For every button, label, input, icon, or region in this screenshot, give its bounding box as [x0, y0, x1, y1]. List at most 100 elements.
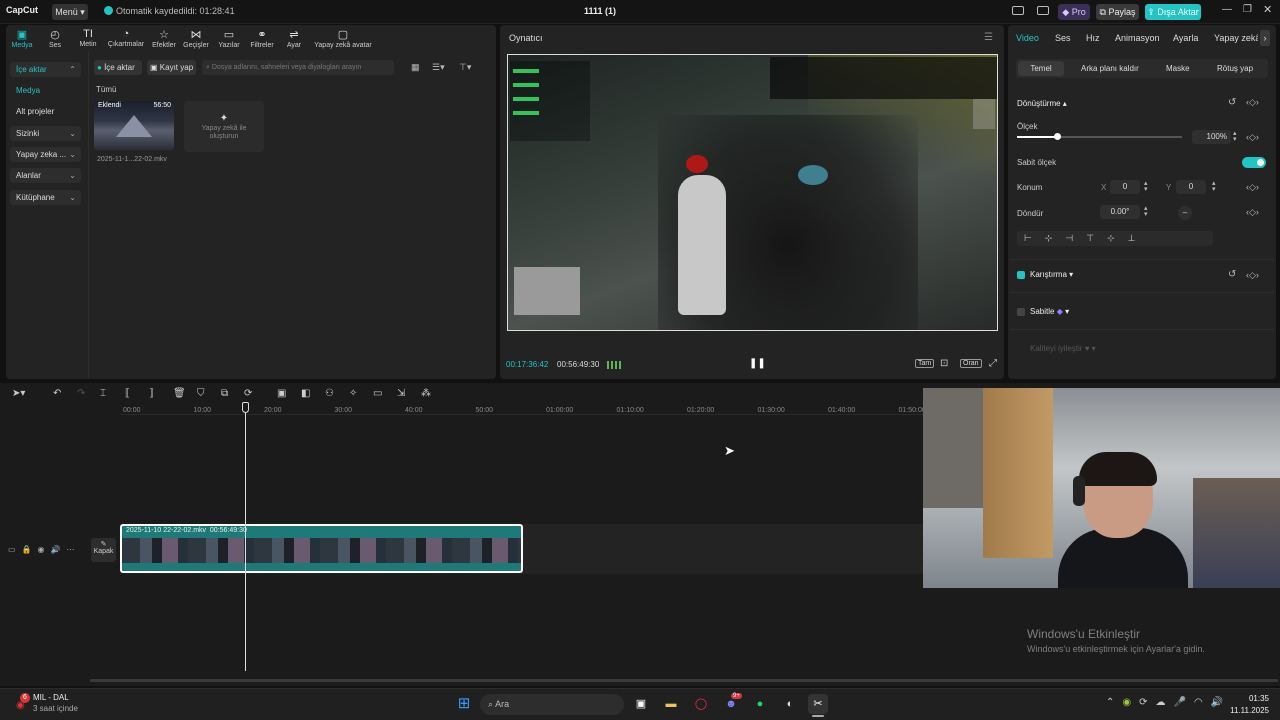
volume-icon[interactable]: 🔊: [51, 545, 67, 554]
tray-cloud-icon[interactable]: ☁: [1156, 697, 1174, 708]
speed-icon[interactable]: ⟳: [244, 388, 252, 399]
subtab-mask[interactable]: Maske: [1166, 64, 1190, 73]
waveform-icon[interactable]: [607, 361, 623, 369]
align-right-icon[interactable]: ⊣: [1065, 233, 1086, 243]
scale-value[interactable]: 100%: [1192, 130, 1231, 144]
pro-button[interactable]: ◆ Pro: [1058, 4, 1090, 20]
blend-reset-icon[interactable]: ↺: [1228, 269, 1236, 280]
video-preview[interactable]: [507, 54, 998, 331]
tab-video[interactable]: Video: [1016, 33, 1039, 43]
sort-icon[interactable]: ☰▾: [432, 62, 445, 73]
scale-slider-track[interactable]: [1017, 133, 1182, 140]
ai-tool-icon[interactable]: ⁂: [421, 388, 431, 399]
align-bottom-icon[interactable]: ⊥: [1128, 233, 1149, 243]
microphone-icon[interactable]: 🎤: [1174, 697, 1194, 708]
tab-audio[interactable]: Ses: [1055, 33, 1071, 43]
spotify-icon[interactable]: ●: [750, 694, 770, 714]
sidebar-item-spaces[interactable]: Alanlar ⌄: [10, 168, 81, 183]
person-icon[interactable]: ⚇: [325, 388, 334, 399]
tool-sticker[interactable]: ◔ Çıkartmalar: [107, 28, 145, 48]
tab-animation[interactable]: Animasyon: [1115, 33, 1160, 43]
windows-start-icon[interactable]: ⊞: [454, 694, 474, 714]
align-center-icon[interactable]: ⊹: [1045, 233, 1066, 243]
export-frame-icon[interactable]: ⇲: [397, 388, 405, 399]
select-tool-icon[interactable]: ➤▾: [12, 388, 25, 399]
align-left-icon[interactable]: ⊢: [1024, 233, 1045, 243]
filter-icon[interactable]: ⊤▾: [459, 62, 471, 73]
sidebar-item-library[interactable]: Kütüphane ⌄: [10, 190, 81, 205]
video-clip[interactable]: 2025-11-10 22-22-02.mkv 00:56:49:30: [120, 524, 523, 573]
subtab-remove-bg[interactable]: Arka planı kaldır: [1081, 64, 1139, 73]
sidebar-item-import[interactable]: İçe aktar ⌃: [10, 62, 81, 77]
blend-checkbox[interactable]: [1017, 271, 1025, 279]
timeline-scrollbar[interactable]: [90, 679, 1278, 682]
stabilize-checkbox[interactable]: [1017, 308, 1025, 316]
tab-speed[interactable]: Hız: [1086, 33, 1100, 43]
rotate-dial-icon[interactable]: –: [1178, 206, 1192, 220]
wifi-icon[interactable]: ◠: [1194, 697, 1211, 708]
layout-icon[interactable]: [1012, 6, 1024, 15]
sidebar-item-subprojects[interactable]: Alt projeler: [10, 104, 81, 119]
ratio-button[interactable]: Oran: [960, 359, 982, 368]
tabs-next-icon[interactable]: ›: [1260, 30, 1270, 46]
taskbar-search[interactable]: ⌕ Ara: [480, 694, 624, 715]
scale-stepper[interactable]: ▴ ▾: [1233, 130, 1237, 143]
undo-icon[interactable]: ↶: [53, 388, 61, 399]
transform-section-title[interactable]: Dönüştürme ▴: [1017, 99, 1067, 108]
minimize-icon[interactable]: —: [1222, 4, 1232, 15]
magic-icon[interactable]: ✧: [349, 388, 357, 399]
playhead-handle[interactable]: [242, 402, 249, 413]
subtab-retouch[interactable]: Rötuş yap: [1217, 64, 1253, 73]
delete-icon[interactable]: 🗑: [173, 388, 186, 399]
pos-y-stepper[interactable]: ▴ ▾: [1212, 180, 1216, 193]
player-menu-icon[interactable]: ☰: [984, 32, 993, 43]
split-icon[interactable]: ⌶: [100, 388, 106, 399]
share-button[interactable]: ⧉ Paylaş: [1096, 4, 1139, 20]
tool-ai-avatar[interactable]: ▢ Yapay zekâ avatar: [311, 28, 375, 49]
import-button[interactable]: ● İçe aktar: [94, 60, 142, 75]
file-explorer-icon[interactable]: ▬: [661, 694, 681, 714]
tray-sync-icon[interactable]: ⟳: [1139, 697, 1155, 708]
opera-icon[interactable]: ◯: [691, 694, 711, 714]
mark-icon[interactable]: ⛉: [197, 388, 205, 399]
blend-label[interactable]: Karıştırma ▾: [1030, 270, 1073, 279]
blend-keyframe-icon[interactable]: ‹◇›: [1246, 270, 1259, 281]
reset-icon[interactable]: ↺: [1228, 97, 1236, 108]
pause-icon[interactable]: ❚❚: [749, 358, 766, 369]
split-left-icon[interactable]: ⟦: [125, 388, 130, 399]
subtab-basic[interactable]: Temel: [1018, 61, 1064, 76]
lock-icon[interactable]: 🔒: [22, 545, 38, 554]
sidebar-item-ai[interactable]: Yapay zeka ... ⌄: [10, 147, 81, 162]
playhead[interactable]: [245, 403, 246, 671]
task-view-icon[interactable]: ▣: [631, 694, 651, 714]
rotate-field[interactable]: 0.00°: [1100, 205, 1140, 219]
more-icon[interactable]: ⋯: [66, 545, 80, 554]
clock-time[interactable]: 01:35: [1244, 694, 1269, 703]
caption-icon[interactable]: ▭: [373, 388, 382, 399]
pos-x-stepper[interactable]: ▴ ▾: [1144, 180, 1148, 193]
rotate-keyframe-icon[interactable]: ‹◇›: [1246, 207, 1259, 218]
tab-adjust[interactable]: Ayarla: [1173, 33, 1198, 43]
fullscreen-icon[interactable]: ⤢: [989, 358, 997, 369]
pos-x-field[interactable]: 0: [1110, 180, 1140, 194]
cover-button[interactable]: ✎ Kapak: [91, 538, 116, 562]
search-field[interactable]: ⌕ Dosya adlarını, sahneleri veya diyalog…: [202, 60, 394, 75]
stabilize-label[interactable]: Sabitle ◆ ▾: [1030, 307, 1069, 316]
tab-ai[interactable]: Yapay zekâ: [1214, 33, 1258, 43]
track-type-icon[interactable]: ▭: [8, 545, 22, 554]
media-clip-thumbnail[interactable]: Eklendi 56:50: [94, 101, 174, 150]
tool-adjust[interactable]: ⇌ Ayar: [275, 28, 313, 49]
uniform-scale-toggle[interactable]: [1242, 157, 1266, 168]
eye-icon[interactable]: ◉: [38, 545, 51, 554]
rotate-stepper[interactable]: ▴ ▾: [1144, 205, 1148, 218]
capcut-taskbar-icon[interactable]: ✂: [808, 694, 828, 714]
filter-all-tab[interactable]: Tümü: [96, 85, 116, 94]
split-right-icon[interactable]: ⟧: [149, 388, 154, 399]
align-middle-icon[interactable]: ⊹: [1107, 233, 1128, 243]
export-button[interactable]: ⇪ Dışa Aktar: [1145, 4, 1201, 20]
align-top-icon[interactable]: ⊤: [1086, 233, 1107, 243]
tool-text[interactable]: TI Metin: [69, 28, 107, 48]
snapshot-icon[interactable]: ⊡: [940, 358, 948, 369]
crop-icon[interactable]: ⧉: [221, 388, 228, 399]
steam-icon[interactable]: ◐: [780, 694, 800, 714]
